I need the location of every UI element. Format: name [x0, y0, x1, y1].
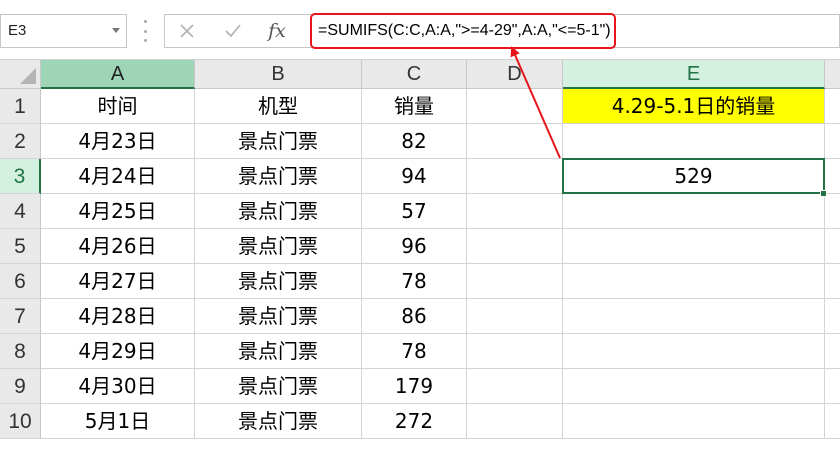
- spreadsheet-grid: A B C D E 1 时间 机型 销量 4.29-5.1日的销量 2 4月23日 景点门票 82 3 4月2…: [0, 60, 840, 449]
- fx-icon: fx: [268, 20, 286, 42]
- cell-e2[interactable]: [563, 124, 825, 159]
- row-header-6[interactable]: 6: [0, 264, 41, 299]
- cell-a5[interactable]: 4月26日: [41, 229, 195, 264]
- cell-e6[interactable]: [563, 264, 825, 299]
- cell-filler[interactable]: [825, 299, 840, 334]
- cell-a4[interactable]: 4月25日: [41, 194, 195, 229]
- cell-b1[interactable]: 机型: [195, 89, 362, 124]
- cell-c9[interactable]: 179: [362, 369, 467, 404]
- column-header-filler: [825, 60, 840, 89]
- select-all-button[interactable]: [0, 60, 41, 89]
- cell-d7[interactable]: [467, 299, 563, 334]
- cell-b9[interactable]: 景点门票: [195, 369, 362, 404]
- cell-e9[interactable]: [563, 369, 825, 404]
- cell-d3[interactable]: [467, 159, 563, 194]
- fill-handle[interactable]: [820, 190, 827, 197]
- cell-filler[interactable]: [825, 369, 840, 404]
- cell-filler[interactable]: [825, 334, 840, 369]
- check-icon[interactable]: [213, 15, 253, 47]
- name-box[interactable]: E3: [0, 14, 127, 48]
- cell-d10[interactable]: [467, 404, 563, 439]
- formula-bar: E3 fx =SUMIFS(C:C,A:A,">=4-29",A:A,"<=5-…: [0, 0, 840, 60]
- column-header-c[interactable]: C: [362, 60, 467, 89]
- cell-e10[interactable]: [563, 404, 825, 439]
- column-header-d[interactable]: D: [467, 60, 563, 89]
- cell-c7[interactable]: 86: [362, 299, 467, 334]
- cell-b3[interactable]: 景点门票: [195, 159, 362, 194]
- row-header-4[interactable]: 4: [0, 194, 41, 229]
- cell-a3[interactable]: 4月24日: [41, 159, 195, 194]
- cell-b10[interactable]: 景点门票: [195, 404, 362, 439]
- chevron-down-icon[interactable]: [112, 28, 120, 33]
- cell-c2[interactable]: 82: [362, 124, 467, 159]
- cell-c10[interactable]: 272: [362, 404, 467, 439]
- name-box-value: E3: [8, 22, 27, 39]
- cell-e1[interactable]: 4.29-5.1日的销量: [563, 89, 825, 124]
- cell-d9[interactable]: [467, 369, 563, 404]
- cell-a8[interactable]: 4月29日: [41, 334, 195, 369]
- row-header-2[interactable]: 2: [0, 124, 41, 159]
- cell-d1[interactable]: [467, 89, 563, 124]
- cell-e8[interactable]: [563, 334, 825, 369]
- cell-d5[interactable]: [467, 229, 563, 264]
- column-header-b[interactable]: B: [195, 60, 362, 89]
- row-header-8[interactable]: 8: [0, 334, 41, 369]
- cell-b7[interactable]: 景点门票: [195, 299, 362, 334]
- row-header-1[interactable]: 1: [0, 89, 41, 124]
- cell-b6[interactable]: 景点门票: [195, 264, 362, 299]
- column-header-a[interactable]: A: [41, 60, 195, 89]
- close-icon[interactable]: [167, 15, 207, 47]
- cell-c8[interactable]: 78: [362, 334, 467, 369]
- cell-b8[interactable]: 景点门票: [195, 334, 362, 369]
- row-header-7[interactable]: 7: [0, 299, 41, 334]
- cell-c6[interactable]: 78: [362, 264, 467, 299]
- row-header-5[interactable]: 5: [0, 229, 41, 264]
- cell-a10[interactable]: 5月1日: [41, 404, 195, 439]
- cell-c4[interactable]: 57: [362, 194, 467, 229]
- cell-e3[interactable]: 529: [563, 159, 825, 194]
- cell-d4[interactable]: [467, 194, 563, 229]
- row-header-10[interactable]: 10: [0, 404, 41, 439]
- cell-c5[interactable]: 96: [362, 229, 467, 264]
- column-header-e[interactable]: E: [563, 60, 825, 89]
- cell-c1[interactable]: 销量: [362, 89, 467, 124]
- cell-d2[interactable]: [467, 124, 563, 159]
- cell-a7[interactable]: 4月28日: [41, 299, 195, 334]
- cell-a2[interactable]: 4月23日: [41, 124, 195, 159]
- formula-buttons: fx: [164, 14, 302, 48]
- formula-text-highlight[interactable]: =SUMIFS(C:C,A:A,">=4-29",A:A,"<=5-1"): [310, 13, 616, 49]
- cell-d6[interactable]: [467, 264, 563, 299]
- cell-b2[interactable]: 景点门票: [195, 124, 362, 159]
- cell-filler[interactable]: [825, 159, 840, 194]
- cell-e5[interactable]: [563, 229, 825, 264]
- cell-c3[interactable]: 94: [362, 159, 467, 194]
- drag-handle-icon[interactable]: [143, 20, 147, 42]
- cell-filler[interactable]: [825, 264, 840, 299]
- row-header-9[interactable]: 9: [0, 369, 41, 404]
- cell-a6[interactable]: 4月27日: [41, 264, 195, 299]
- cell-e4[interactable]: [563, 194, 825, 229]
- cell-filler[interactable]: [825, 194, 840, 229]
- cell-filler[interactable]: [825, 89, 840, 124]
- cell-b5[interactable]: 景点门票: [195, 229, 362, 264]
- cell-b4[interactable]: 景点门票: [195, 194, 362, 229]
- cell-filler[interactable]: [825, 404, 840, 439]
- cell-filler[interactable]: [825, 124, 840, 159]
- insert-function-button[interactable]: fx: [257, 15, 297, 47]
- cell-filler[interactable]: [825, 229, 840, 264]
- cell-d8[interactable]: [467, 334, 563, 369]
- cell-a1[interactable]: 时间: [41, 89, 195, 124]
- cell-e7[interactable]: [563, 299, 825, 334]
- cell-a9[interactable]: 4月30日: [41, 369, 195, 404]
- row-header-3[interactable]: 3: [0, 159, 41, 194]
